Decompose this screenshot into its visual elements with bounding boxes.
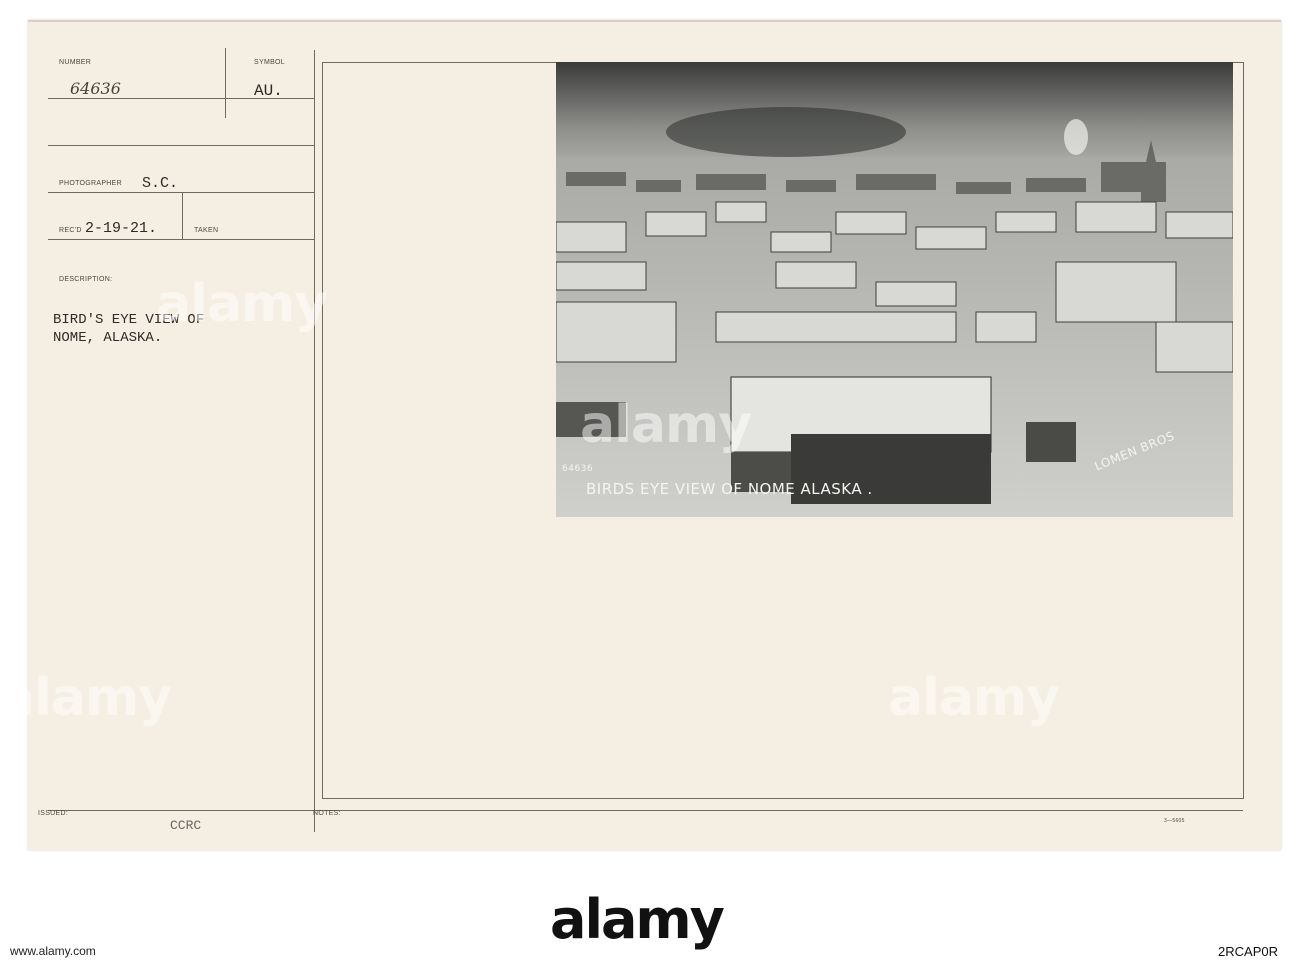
photographer-value: S.C. <box>142 175 179 192</box>
number-symbol-divider <box>225 48 226 118</box>
photographer-rule <box>48 192 314 193</box>
description-label: DESCRIPTION: <box>59 276 113 283</box>
number-value: 64636 <box>70 79 121 98</box>
recd-rule <box>48 239 314 240</box>
alamy-url: www.alamy.com <box>10 944 96 958</box>
watermark-left-top: alamy <box>156 274 328 334</box>
notes-label: NOTES: <box>313 810 341 817</box>
column-divider <box>314 50 315 832</box>
negative-number: 64636 <box>562 464 594 474</box>
recd-value: 2-19-21. <box>85 220 158 237</box>
photo-caption: BIRDS EYE VIEW OF NOME ALASKA . <box>586 480 873 498</box>
watermark-center: alamy <box>580 395 752 455</box>
bottom-rule <box>48 810 1243 811</box>
symbol-label: SYMBOL <box>254 59 285 66</box>
smoke-cloud <box>666 107 906 157</box>
issued-stamp: CCRC <box>170 818 202 833</box>
small-shed <box>1026 422 1076 462</box>
watermark-right-bottom: alamy <box>888 668 1060 728</box>
taken-label: TAKEN <box>194 227 219 234</box>
recd-taken-divider <box>182 192 183 240</box>
form-code: 3—5605 <box>1164 818 1185 824</box>
recd-label: REC'D <box>59 227 82 234</box>
photographer-top-rule <box>48 145 314 146</box>
number-label: NUMBER <box>59 59 92 66</box>
number-rule <box>48 98 314 99</box>
image-id: 2RCAP0R <box>1218 944 1278 959</box>
issued-label: ISSUED: <box>38 810 69 817</box>
card-top-edge <box>28 20 1281 22</box>
watermark-left-bottom: alamy <box>0 668 172 728</box>
light-flare <box>1064 119 1088 155</box>
alamy-logo: alamy <box>550 888 725 951</box>
photographer-label: PHOTOGRAPHER <box>59 180 122 187</box>
